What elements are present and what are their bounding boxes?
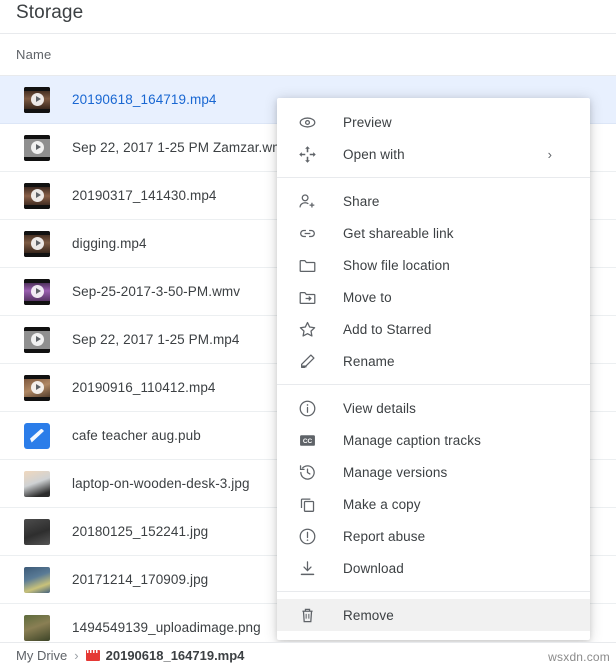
menu-item-label: Preview <box>343 114 392 130</box>
video-thumbnail <box>24 182 50 209</box>
video-thumbnail <box>24 134 50 161</box>
menu-item-label: Rename <box>343 353 395 369</box>
menu-item-manage-versions[interactable]: Manage versions <box>277 456 590 488</box>
file-name[interactable]: digging.mp4 <box>72 236 147 251</box>
file-name[interactable]: 20190618_164719.mp4 <box>72 92 217 107</box>
menu-item-label: View details <box>343 400 416 416</box>
file-name[interactable]: 20190916_110412.mp4 <box>72 380 216 395</box>
closed-caption-icon: CC <box>297 430 317 450</box>
video-thumbnail <box>24 278 50 305</box>
breadcrumb-bar: My Drive › 20190618_164719.mp4 <box>0 642 616 668</box>
person-add-icon <box>297 191 317 211</box>
watermark: wsxdn.com <box>548 650 610 664</box>
video-thumbnail <box>24 86 50 113</box>
menu-item-add-to-starred[interactable]: Add to Starred <box>277 313 590 345</box>
context-menu[interactable]: Preview Open with › Share Get shareable link… <box>277 98 590 640</box>
file-name[interactable]: cafe teacher aug.pub <box>72 428 201 443</box>
menu-item-label: Report abuse <box>343 528 426 544</box>
menu-item-make-a-copy[interactable]: Make a copy <box>277 488 590 520</box>
column-header-row: Name <box>0 34 616 76</box>
video-thumbnail <box>24 326 50 353</box>
menu-divider <box>277 591 590 592</box>
menu-item-preview[interactable]: Preview <box>277 106 590 138</box>
history-clock-icon <box>297 462 317 482</box>
file-name[interactable]: Sep 22, 2017 1-25 PM Zamzar.wmv <box>72 140 290 155</box>
file-name[interactable]: Sep 22, 2017 1-25 PM.mp4 <box>72 332 240 347</box>
menu-item-label: Remove <box>343 607 394 623</box>
chevron-right-icon: › <box>547 146 552 162</box>
menu-item-get-shareable-link[interactable]: Get shareable link <box>277 217 590 249</box>
info-circle-icon <box>297 398 317 418</box>
column-header-name[interactable]: Name <box>16 47 51 62</box>
menu-item-open-with[interactable]: Open with › <box>277 138 590 170</box>
menu-item-remove[interactable]: Remove <box>277 599 590 631</box>
menu-item-show-file-location[interactable]: Show file location <box>277 249 590 281</box>
menu-item-label: Share <box>343 193 380 209</box>
trash-icon <box>297 605 317 625</box>
image-thumbnail <box>24 518 50 545</box>
publisher-file-icon <box>24 422 50 449</box>
menu-item-label: Get shareable link <box>343 225 454 241</box>
file-name[interactable]: laptop-on-wooden-desk-3.jpg <box>72 476 250 491</box>
file-name[interactable]: Sep-25-2017-3-50-PM.wmv <box>72 284 240 299</box>
video-thumbnail <box>24 230 50 257</box>
move-arrows-icon <box>297 144 317 164</box>
menu-item-view-details[interactable]: View details <box>277 392 590 424</box>
file-name[interactable]: 20180125_152241.jpg <box>72 524 208 539</box>
svg-text:CC: CC <box>302 438 312 445</box>
image-thumbnail <box>24 566 50 593</box>
menu-item-label: Open with <box>343 146 405 162</box>
exclamation-circle-icon <box>297 526 317 546</box>
menu-item-rename[interactable]: Rename <box>277 345 590 377</box>
breadcrumb-current-file: 20190618_164719.mp4 <box>105 648 245 663</box>
menu-item-share[interactable]: Share <box>277 185 590 217</box>
file-name[interactable]: 1494549139_uploadimage.png <box>72 620 261 635</box>
menu-item-label: Add to Starred <box>343 321 432 337</box>
video-thumbnail <box>24 374 50 401</box>
menu-item-manage-caption-tracks[interactable]: CC Manage caption tracks <box>277 424 590 456</box>
image-thumbnail <box>24 614 50 641</box>
link-icon <box>297 223 317 243</box>
star-icon <box>297 319 317 339</box>
menu-bottom-padding <box>277 631 590 640</box>
menu-item-move-to[interactable]: Move to <box>277 281 590 313</box>
menu-item-label: Download <box>343 560 404 576</box>
file-name[interactable]: 20171214_170909.jpg <box>72 572 208 587</box>
breadcrumb-root[interactable]: My Drive <box>16 648 67 663</box>
download-icon <box>297 558 317 578</box>
menu-item-label: Show file location <box>343 257 450 273</box>
menu-item-label: Manage versions <box>343 464 448 480</box>
video-file-icon <box>85 650 100 661</box>
file-name[interactable]: 20190317_141430.mp4 <box>72 188 217 203</box>
menu-divider <box>277 384 590 385</box>
breadcrumb-separator-icon: › <box>74 648 79 663</box>
menu-item-download[interactable]: Download <box>277 552 590 584</box>
eye-icon <box>297 112 317 132</box>
menu-divider <box>277 177 590 178</box>
copy-icon <box>297 494 317 514</box>
folder-move-icon <box>297 287 317 307</box>
menu-item-report-abuse[interactable]: Report abuse <box>277 520 590 552</box>
folder-icon <box>297 255 317 275</box>
menu-item-label: Manage caption tracks <box>343 432 481 448</box>
pencil-icon <box>297 351 317 371</box>
menu-item-label: Move to <box>343 289 392 305</box>
menu-item-label: Make a copy <box>343 496 421 512</box>
page-title: Storage <box>16 2 84 23</box>
image-thumbnail <box>24 470 50 497</box>
